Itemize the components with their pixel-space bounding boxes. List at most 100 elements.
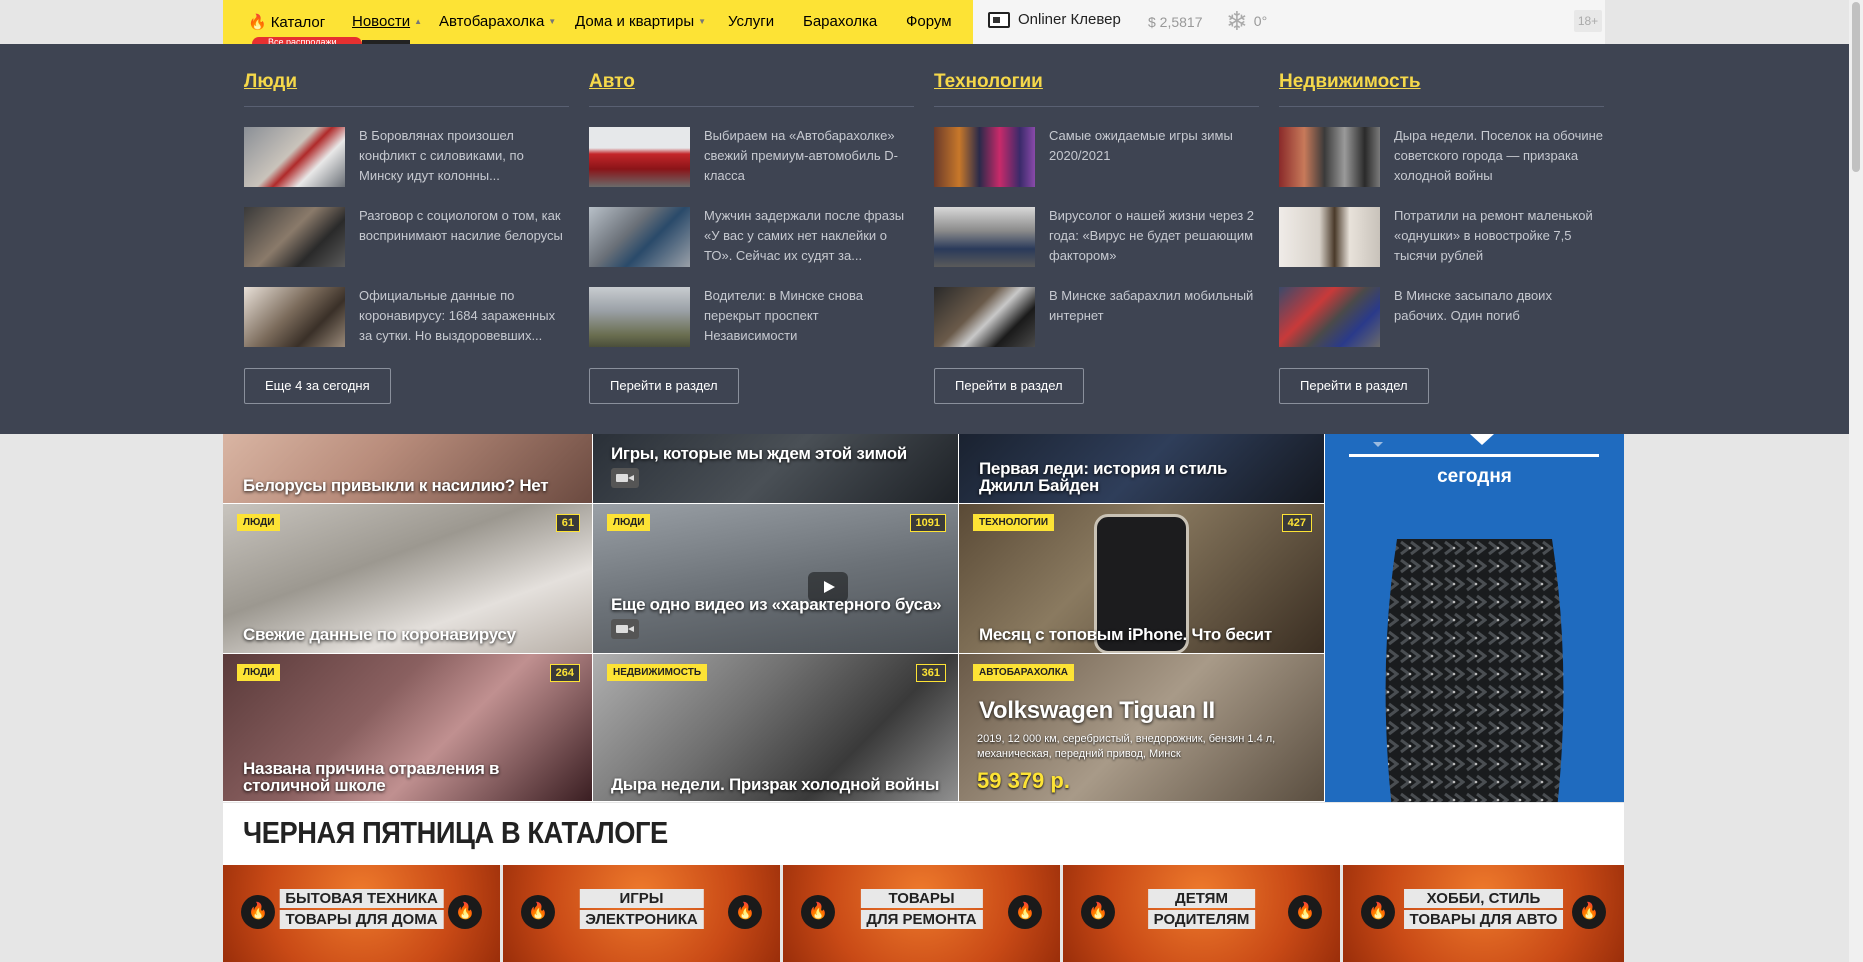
tile-category-tag[interactable]: ЛЮДИ <box>607 514 651 531</box>
dropdown-news-item[interactable]: В Минске забарахлил мобильный интернет <box>934 287 1259 349</box>
news-thumbnail[interactable] <box>1279 127 1380 187</box>
tile-category-tag[interactable]: НЕДВИЖИМОСТЬ <box>607 664 708 681</box>
news-thumbnail[interactable] <box>589 287 690 347</box>
news-headline[interactable]: В Минске забарахлил мобильный интернет <box>1049 286 1259 326</box>
nav-realty[interactable]: Дома и квартиры ▼ <box>575 13 706 30</box>
news-headline[interactable]: Выбираем на «Автобарахолке» свежий преми… <box>704 126 914 186</box>
dropdown-news-item[interactable]: Вирусолог о нашей жизни через 2 года: «В… <box>934 207 1259 269</box>
news-thumbnail[interactable] <box>244 127 345 187</box>
black-friday-card[interactable]: 🔥 ДЕТЯМ РОДИТЕЛЯМ 🔥 <box>1063 865 1342 962</box>
card-label: ТОВАРЫ ДЛЯ РЕМОНТА <box>860 889 983 931</box>
dropdown-news-item[interactable]: В Минске засыпало двоих рабочих. Один по… <box>1279 287 1604 349</box>
tile-category-tag[interactable]: ТЕХНОЛОГИИ <box>973 514 1055 531</box>
go-to-section-button[interactable]: Перейти в раздел <box>589 368 739 404</box>
card-label-line: ХОББИ, СТИЛЬ <box>1403 889 1564 908</box>
nav-baraholka[interactable]: Барахолка <box>803 13 877 30</box>
fire-icon: 🔥 <box>1288 895 1322 929</box>
news-headline[interactable]: В Боровлянах произошел конфликт с силови… <box>359 126 569 186</box>
news-thumbnail[interactable] <box>244 207 345 267</box>
fire-icon: 🔥 <box>1081 895 1115 929</box>
news-headline[interactable]: Самые ожидаемые игры зимы 2020/2021 <box>1049 126 1259 166</box>
page-scrollbar[interactable] <box>1849 0 1863 962</box>
news-tile[interactable]: ЛЮДИ 61 Свежие данные по коронавирусу <box>223 504 593 654</box>
news-tile[interactable]: Белорусы привыкли к насилию? Нет <box>223 434 593 504</box>
dropdown-news-item[interactable]: Разговор с социологом о том, как восприн… <box>244 207 569 269</box>
section-title-link[interactable]: Недвижимость <box>1279 71 1421 93</box>
news-thumbnail[interactable] <box>1279 287 1380 347</box>
news-thumbnail[interactable] <box>934 127 1035 187</box>
nav-services[interactable]: Услуги <box>728 13 774 30</box>
news-headline[interactable]: Мужчин задержали после фразы «У вас у са… <box>704 206 914 266</box>
tile-title: Дыра недели. Призрак холодной войны <box>611 775 940 794</box>
dropdown-news-item[interactable]: Самые ожидаемые игры зимы 2020/2021 <box>934 127 1259 189</box>
comments-count-badge[interactable]: 361 <box>915 664 946 682</box>
weather-temperature: 0° <box>1253 13 1268 29</box>
black-friday-title[interactable]: ЧЕРНАЯ ПЯТНИЦА В КАТАЛОГЕ <box>243 815 668 851</box>
age-rating-badge: 18+ <box>1574 10 1602 32</box>
scrollbar-thumb[interactable] <box>1852 2 1860 172</box>
tile-category-tag[interactable]: АВТОБАРАХОЛКА <box>973 664 1075 681</box>
dropdown-news-item[interactable]: Водители: в Минске снова перекрыт проспе… <box>589 287 914 349</box>
news-headline[interactable]: Вирусолог о нашей жизни через 2 года: «В… <box>1049 206 1259 266</box>
black-friday-card[interactable]: 🔥 БЫТОВАЯ ТЕХНИКА ТОВАРЫ ДЛЯ ДОМА 🔥 <box>223 865 502 962</box>
more-today-button[interactable]: Еще 4 за сегодня <box>244 368 391 404</box>
ad-arrow-icon <box>1470 434 1494 445</box>
news-thumbnail[interactable] <box>934 207 1035 267</box>
comments-count-badge[interactable]: 61 <box>555 514 580 532</box>
tile-category-tag[interactable]: ЛЮДИ <box>237 514 281 531</box>
clever-link[interactable]: Onliner Клевер <box>988 11 1121 28</box>
tile-title: Первая леди: история и стиль Джилл Байде… <box>979 459 1228 495</box>
dropdown-news-item[interactable]: В Боровлянах произошел конфликт с силови… <box>244 127 569 189</box>
ad-text: сегодня <box>1437 466 1512 487</box>
news-tile[interactable]: НЕДВИЖИМОСТЬ 361 Дыра недели. Призрак хо… <box>593 654 959 802</box>
dropdown-news-item[interactable]: Мужчин задержали после фразы «У вас у са… <box>589 207 914 269</box>
nav-forum[interactable]: Форум <box>906 13 952 30</box>
news-tile[interactable]: ТЕХНОЛОГИИ 427 Месяц с топовым iPhone. Ч… <box>959 504 1325 654</box>
news-tile[interactable]: ЛЮДИ 1091 Еще одно видео из «характерног… <box>593 504 959 654</box>
car-details: 2019, 12 000 км, серебристый, внедорожни… <box>977 733 1276 760</box>
dropdown-news-item[interactable]: Выбираем на «Автобарахолке» свежий преми… <box>589 127 914 189</box>
news-thumbnail[interactable] <box>589 127 690 187</box>
news-thumbnail[interactable] <box>244 287 345 347</box>
black-friday-card[interactable]: 🔥 ХОББИ, СТИЛЬ ТОВАРЫ ДЛЯ АВТО 🔥 <box>1343 865 1624 962</box>
ad-divider <box>1349 454 1599 457</box>
section-title-link[interactable]: Авто <box>589 71 635 93</box>
news-thumbnail[interactable] <box>1279 207 1380 267</box>
divider <box>934 106 1259 107</box>
chevron-down-icon: ▼ <box>548 17 557 26</box>
news-tile[interactable]: Игры, которые мы ждем этой зимой <box>593 434 959 504</box>
section-title-link[interactable]: Технологии <box>934 71 1043 93</box>
classified-tile[interactable]: АВТОБАРАХОЛКА Volkswagen Tiguan II 2019,… <box>959 654 1325 802</box>
currency-rate[interactable]: $ 2,5817 <box>1148 14 1203 30</box>
nav-realty-label: Дома и квартиры <box>575 13 695 30</box>
black-friday-card[interactable]: 🔥 ТОВАРЫ ДЛЯ РЕМОНТА 🔥 <box>783 865 1062 962</box>
advertisement-banner[interactable]: сегодня <box>1325 434 1624 802</box>
go-to-section-button[interactable]: Перейти в раздел <box>1279 368 1429 404</box>
news-thumbnail[interactable] <box>589 207 690 267</box>
comments-count-badge[interactable]: 264 <box>549 664 580 682</box>
news-thumbnail[interactable] <box>934 287 1035 347</box>
news-headline[interactable]: В Минске засыпало двоих рабочих. Один по… <box>1394 286 1604 326</box>
news-headline[interactable]: Потратили на ремонт маленькой «однушки» … <box>1394 206 1604 266</box>
nav-autobaraholka[interactable]: Автобарахолка ▼ <box>439 13 556 30</box>
nav-catalog[interactable]: 🔥 Каталог <box>248 13 325 32</box>
nav-news[interactable]: Новости ▲ <box>352 13 422 30</box>
news-headline[interactable]: Официальные данные по коронавирусу: 1684… <box>359 286 569 346</box>
go-to-section-button[interactable]: Перейти в раздел <box>934 368 1084 404</box>
dropdown-news-item[interactable]: Официальные данные по коронавирусу: 1684… <box>244 287 569 349</box>
news-tile[interactable]: ЛЮДИ 264 Названа причина отравления в ст… <box>223 654 593 802</box>
weather-widget[interactable]: ❄ 0° <box>1226 7 1267 35</box>
chevron-down-icon: ▼ <box>698 17 707 26</box>
section-title-link[interactable]: Люди <box>244 71 297 93</box>
comments-count-badge[interactable]: 427 <box>1281 514 1312 532</box>
comments-count-badge[interactable]: 1091 <box>909 514 946 532</box>
news-headline[interactable]: Дыра недели. Поселок на обочине советско… <box>1394 126 1604 186</box>
car-title: Volkswagen Tiguan II <box>979 697 1215 724</box>
tile-category-tag[interactable]: ЛЮДИ <box>237 664 281 681</box>
news-tile[interactable]: Первая леди: история и стиль Джилл Байде… <box>959 434 1325 504</box>
black-friday-card[interactable]: 🔥 ИГРЫ ЭЛЕКТРОНИКА 🔥 <box>503 865 782 962</box>
dropdown-news-item[interactable]: Дыра недели. Поселок на обочине советско… <box>1279 127 1604 189</box>
dropdown-news-item[interactable]: Потратили на ремонт маленькой «однушки» … <box>1279 207 1604 269</box>
news-headline[interactable]: Водители: в Минске снова перекрыт проспе… <box>704 286 914 346</box>
news-headline[interactable]: Разговор с социологом о том, как восприн… <box>359 206 569 246</box>
